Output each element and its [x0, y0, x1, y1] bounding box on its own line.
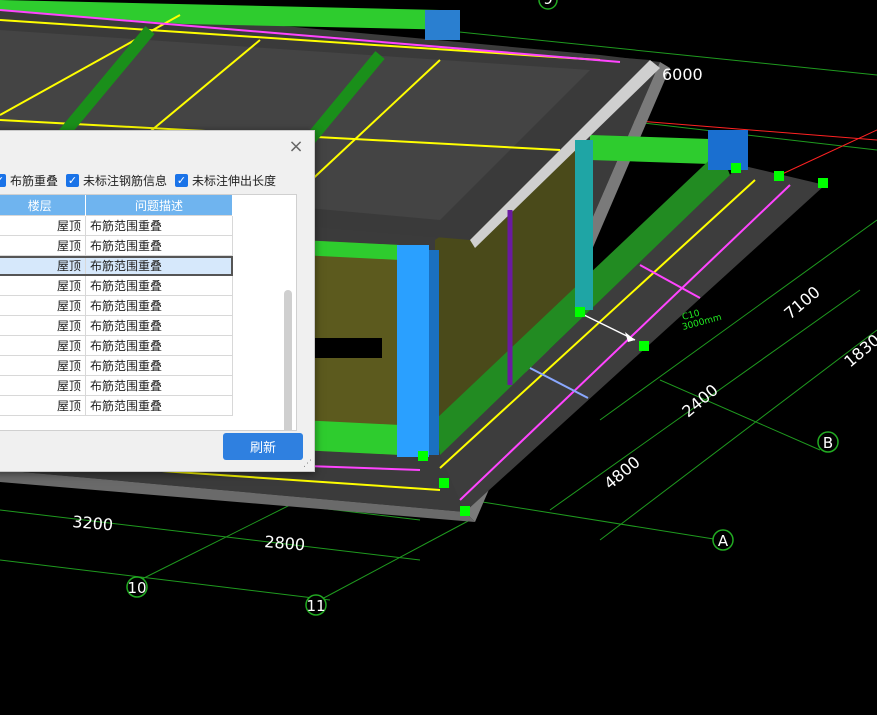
wall-beam-bottom — [300, 420, 400, 455]
option-rebar-overlap[interactable]: ✓ 布筋重叠 — [0, 172, 58, 189]
column-2 — [575, 140, 593, 310]
table-row[interactable]: 屋顶 布筋范围重叠 — [0, 255, 233, 276]
cell-floor: 屋顶 — [0, 235, 86, 256]
table-row[interactable]: 屋顶 布筋范围重叠 — [0, 395, 233, 416]
checkbox-checked-icon[interactable]: ✓ — [175, 173, 189, 187]
table-row[interactable]: 屋顶 布筋范围重叠 — [0, 355, 233, 376]
cell-issue: 布筋范围重叠 — [85, 275, 233, 296]
grip-point[interactable] — [731, 163, 741, 173]
column-4 — [708, 130, 748, 170]
option-missing-rebar-info[interactable]: ✓ 未标注钢筋信息 — [66, 172, 167, 189]
table-row[interactable]: 屋顶 布筋范围重叠 — [0, 235, 233, 256]
refresh-button[interactable]: 刷新 — [223, 433, 303, 460]
cell-issue: 布筋范围重叠 — [85, 235, 233, 256]
table-row[interactable]: 屋顶 布筋范围重叠 — [0, 335, 233, 356]
grip-point[interactable] — [818, 178, 828, 188]
table-row[interactable]: 屋顶 布筋范围重叠 — [0, 315, 233, 336]
cell-issue: 布筋范围重叠 — [85, 255, 233, 276]
table-row[interactable]: 屋顶 布筋范围重叠 — [0, 375, 233, 396]
grip-point[interactable] — [774, 171, 784, 181]
axis-9: 9 — [543, 0, 553, 8]
dim-3200: 3200 — [72, 512, 114, 534]
cell-floor: 屋顶 — [0, 395, 86, 416]
axis-B: B — [823, 434, 833, 452]
column-1-side — [429, 250, 439, 455]
cell-issue: 布筋范围重叠 — [85, 295, 233, 316]
axis-10: 10 — [127, 579, 146, 597]
column-1 — [397, 245, 429, 457]
option-label: 布筋重叠 — [10, 173, 59, 188]
option-label: 未标注钢筋信息 — [83, 173, 168, 188]
resize-grip-icon[interactable]: ⋰ — [303, 459, 312, 469]
cell-floor: 屋顶 — [0, 335, 86, 356]
cell-issue: 布筋范围重叠 — [85, 215, 233, 236]
option-missing-extension-length[interactable]: ✓ 未标注伸出长度 — [175, 172, 276, 189]
results-table[interactable]: 楼层 问题描述 屋顶 布筋范围重叠 屋顶 布筋范围重叠 屋顶 布筋范围重叠 屋顶 布筋范围重叠… — [0, 194, 297, 431]
table-row[interactable]: 屋顶 布筋范围重叠 — [0, 215, 233, 236]
cell-issue: 布筋范围重叠 — [85, 335, 233, 356]
wall-opening — [310, 338, 382, 358]
grip-point[interactable] — [575, 307, 585, 317]
grip-point[interactable] — [439, 478, 449, 488]
filter-options: ✓ 布筋重叠 ✓ 未标注钢筋信息 ✓ 未标注伸出长度 — [0, 171, 284, 189]
cell-floor: 屋顶 — [0, 355, 86, 376]
column-header-floor[interactable]: 楼层 — [0, 195, 86, 216]
cell-floor: 屋顶 — [0, 255, 86, 276]
axis-A: A — [718, 532, 729, 550]
grip-point[interactable] — [460, 506, 470, 516]
dim-7100: 7100 — [780, 282, 823, 323]
cell-floor: 屋顶 — [0, 315, 86, 336]
scrollbar[interactable] — [284, 290, 292, 430]
dim-18300: 1830 — [840, 330, 877, 371]
cell-floor: 屋顶 — [0, 295, 86, 316]
dim-6000: 6000 — [662, 65, 703, 84]
cell-issue: 布筋范围重叠 — [85, 375, 233, 396]
cell-issue: 布筋范围重叠 — [85, 355, 233, 376]
close-icon[interactable]: × — [288, 138, 304, 156]
table-row[interactable]: 屋顶 布筋范围重叠 — [0, 275, 233, 296]
cell-issue: 布筋范围重叠 — [85, 395, 233, 416]
grip-point[interactable] — [418, 451, 428, 461]
cell-floor: 屋顶 — [0, 375, 86, 396]
dim-2800: 2800 — [264, 532, 306, 554]
axis-11: 11 — [306, 597, 325, 615]
cell-floor: 屋顶 — [0, 275, 86, 296]
checkbox-checked-icon[interactable]: ✓ — [0, 173, 6, 187]
checkbox-checked-icon[interactable]: ✓ — [66, 173, 80, 187]
cell-floor: 屋顶 — [0, 215, 86, 236]
check-results-dialog[interactable]: × ✓ 布筋重叠 ✓ 未标注钢筋信息 ✓ 未标注伸出长度 楼层 问题描述 屋顶布… — [0, 130, 315, 472]
column-header-issue[interactable]: 问题描述 — [85, 195, 233, 216]
column-3 — [425, 10, 460, 40]
table-row[interactable]: 屋顶 布筋范围重叠 — [0, 295, 233, 316]
dim-2400: 2400 — [678, 380, 721, 421]
option-label: 未标注伸出长度 — [192, 173, 277, 188]
cell-issue: 布筋范围重叠 — [85, 315, 233, 336]
grip-point[interactable] — [639, 341, 649, 351]
